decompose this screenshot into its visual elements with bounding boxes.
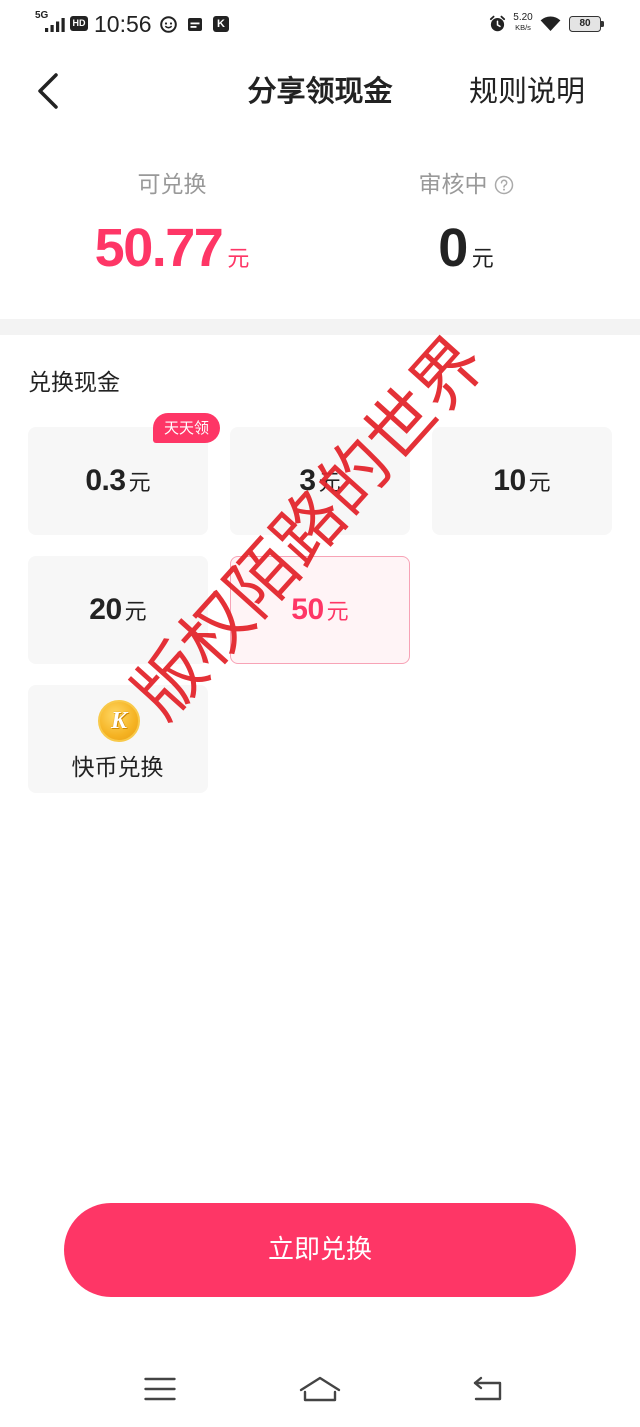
available-unit: 元 xyxy=(227,247,250,272)
kuaibi-coin-icon: K xyxy=(98,700,140,742)
option-unit: 元 xyxy=(528,471,551,496)
pending-label: 审核中 xyxy=(418,172,488,198)
question-circle-icon[interactable] xyxy=(494,175,514,195)
available-label-row: 可兑换 xyxy=(22,170,322,200)
alarm-icon xyxy=(489,15,506,32)
option-amount-row: 20 元 xyxy=(89,592,146,628)
option-unit: 元 xyxy=(318,471,341,496)
back-button[interactable] xyxy=(30,66,70,112)
pending-amount: 0 xyxy=(438,218,468,278)
kuaishou-app-icon: K xyxy=(213,16,229,32)
exchange-options-grid: 0.3 元 天天领 3 元 10 元 20 元 50 元 K 快币兑换 xyxy=(28,413,612,793)
available-balance: 可兑换 50.77 元 xyxy=(22,170,322,280)
exchange-now-button[interactable]: 立即兑换 xyxy=(64,1203,576,1297)
option-unit: 元 xyxy=(326,600,349,625)
option-amount-row: 10 元 xyxy=(493,463,550,499)
available-label: 可兑换 xyxy=(137,172,207,198)
option-amount: 10 xyxy=(493,464,526,497)
battery-level: 80 xyxy=(569,16,601,32)
kuaibi-exchange-option[interactable]: K 快币兑换 xyxy=(28,685,208,793)
exchange-section-title: 兑换现金 xyxy=(28,370,120,396)
back-icon[interactable] xyxy=(472,1376,504,1402)
option-amount: 50 xyxy=(291,593,324,626)
calendar-icon xyxy=(188,18,202,31)
section-divider xyxy=(0,319,640,335)
network-speed-value: 5.20 xyxy=(513,12,533,23)
option-unit: 元 xyxy=(128,471,151,496)
exchange-option-0.3[interactable]: 0.3 元 天天领 xyxy=(28,413,220,535)
status-bar: 5G HD 10:56 K 5.20 KB/s 80 xyxy=(0,0,640,50)
option-amount: 3 xyxy=(299,464,316,497)
available-amount: 50.77 xyxy=(94,218,224,278)
signal-icon xyxy=(45,18,65,32)
wifi-icon xyxy=(540,16,561,31)
kuaibi-exchange-label: 快币兑换 xyxy=(71,755,164,781)
pending-label-row: 审核中 xyxy=(316,170,616,200)
pending-amount-row: 0 元 xyxy=(316,218,616,278)
exchange-option-20[interactable]: 20 元 xyxy=(28,556,208,664)
page-title: 分享领现金 xyxy=(247,74,393,108)
battery-icon: 80 xyxy=(569,16,605,32)
option-amount: 20 xyxy=(89,593,122,626)
menu-icon[interactable] xyxy=(144,1376,176,1402)
option-amount-row: 50 元 xyxy=(291,592,348,628)
pending-unit: 元 xyxy=(471,247,494,272)
rules-button[interactable]: 规则说明 xyxy=(464,73,590,109)
exchange-option-50[interactable]: 50 元 xyxy=(230,556,410,664)
exchange-option-10[interactable]: 10 元 xyxy=(432,427,612,535)
exchange-option-3[interactable]: 3 元 xyxy=(230,427,410,535)
option-unit: 元 xyxy=(124,600,147,625)
pending-balance: 审核中 0 元 xyxy=(316,170,616,280)
daily-badge: 天天领 xyxy=(153,413,220,443)
network-speed-unit: KB/s xyxy=(515,23,531,32)
home-icon[interactable] xyxy=(299,1375,341,1403)
hd-indicator: HD xyxy=(70,16,88,31)
clock: 10:56 xyxy=(94,11,152,37)
option-amount-row: 0.3 元 xyxy=(85,463,150,499)
available-amount-row: 50.77 元 xyxy=(22,218,322,278)
option-amount: 0.3 xyxy=(85,464,126,497)
battery-nub xyxy=(601,21,604,27)
message-app-icon xyxy=(160,16,177,33)
network-speed: 5.20 KB/s xyxy=(508,12,538,32)
option-amount-row: 3 元 xyxy=(299,463,340,499)
chevron-left-icon xyxy=(38,73,58,109)
